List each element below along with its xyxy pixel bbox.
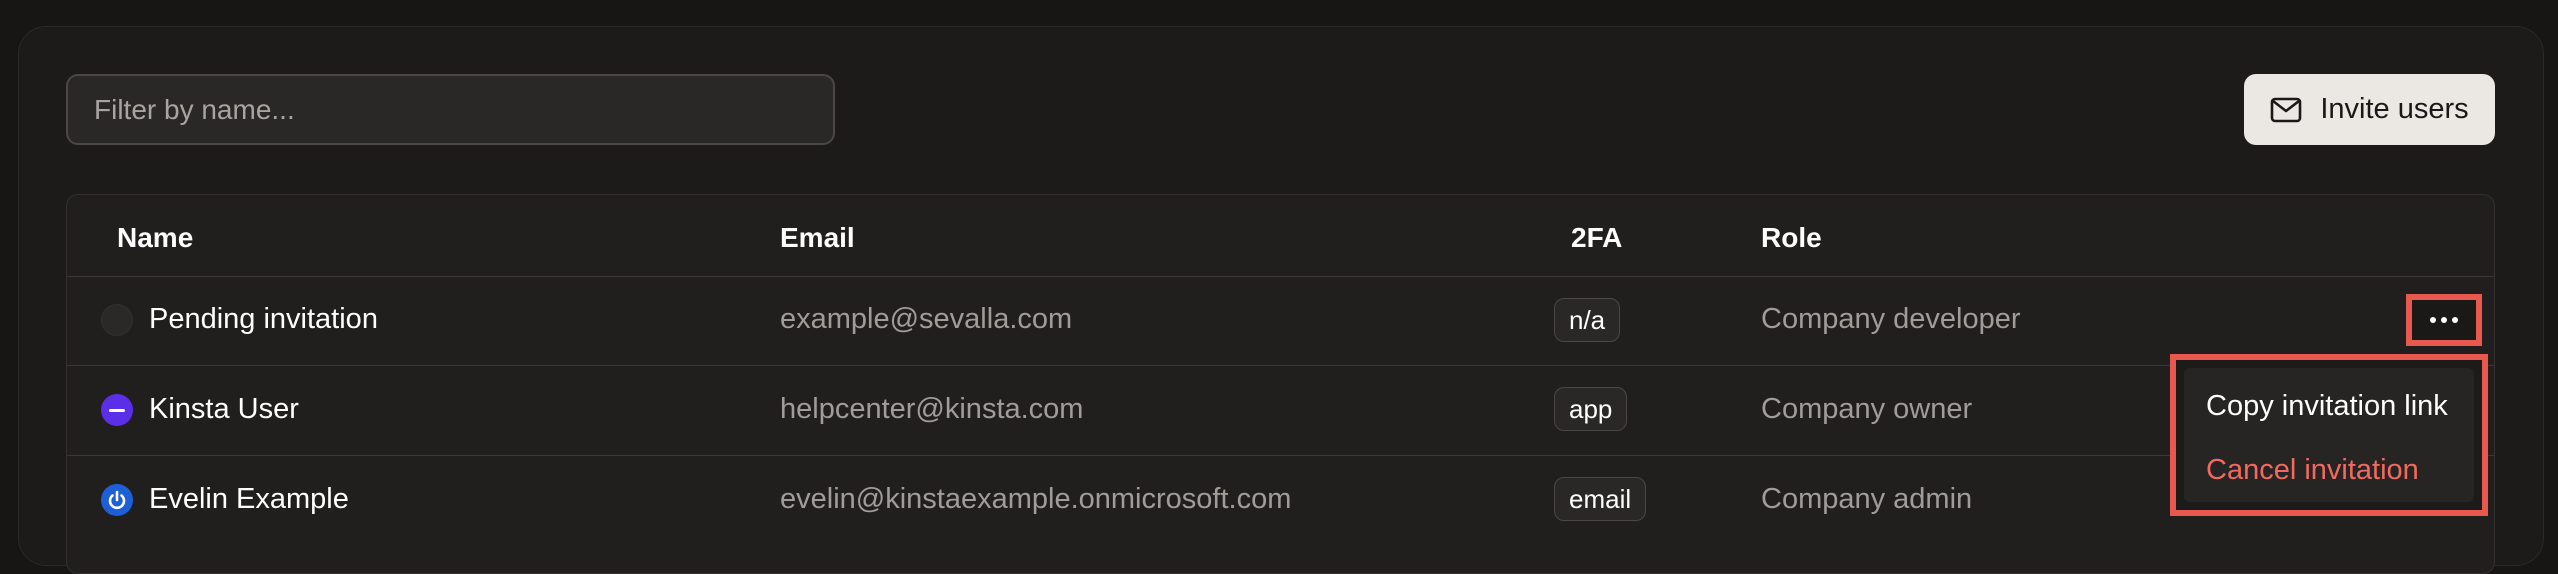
filter-input-wrapper[interactable] xyxy=(66,74,835,145)
filter-input[interactable] xyxy=(94,93,833,126)
users-table xyxy=(66,194,2495,574)
power-avatar xyxy=(101,484,133,516)
kinsta-avatar xyxy=(101,394,133,426)
invite-users-label: Invite users xyxy=(2320,93,2469,125)
row-name: Kinsta User xyxy=(149,393,299,425)
row-role: Company developer xyxy=(1761,303,2021,335)
row-actions-button[interactable] xyxy=(2406,294,2482,346)
row-actions-menu: Copy invitation link Cancel invitation xyxy=(2170,354,2488,516)
header-name: Name xyxy=(117,222,194,253)
more-horizontal-icon xyxy=(2430,317,2458,323)
copy-invitation-link-item[interactable]: Copy invitation link xyxy=(2206,390,2448,423)
header-role: Role xyxy=(1761,222,1822,253)
pending-avatar xyxy=(101,304,133,336)
row-divider xyxy=(67,455,2494,456)
row-name: Evelin Example xyxy=(149,483,349,515)
mail-icon xyxy=(2271,97,2302,122)
twofa-badge: app xyxy=(1554,387,1628,431)
row-email: evelin@kinstaexample.onmicrosoft.com xyxy=(780,483,1292,515)
power-icon xyxy=(108,490,126,510)
row-divider xyxy=(67,365,2494,366)
header-divider xyxy=(67,276,2494,277)
invite-users-button[interactable]: Invite users xyxy=(2244,74,2495,145)
row-role: Company admin xyxy=(1761,483,1973,515)
row-email: example@sevalla.com xyxy=(780,303,1073,335)
cancel-invitation-item[interactable]: Cancel invitation xyxy=(2206,454,2419,487)
kinsta-logo-icon xyxy=(109,408,125,412)
header-email: Email xyxy=(780,222,855,253)
row-email: helpcenter@kinsta.com xyxy=(780,393,1084,425)
row-actions-menu-panel: Copy invitation link Cancel invitation xyxy=(2184,368,2474,502)
twofa-badge: email xyxy=(1554,477,1647,521)
twofa-badge: n/a xyxy=(1554,298,1621,342)
header-2fa: 2FA xyxy=(1571,222,1623,253)
row-role: Company owner xyxy=(1761,393,1973,425)
row-name: Pending invitation xyxy=(149,303,378,335)
